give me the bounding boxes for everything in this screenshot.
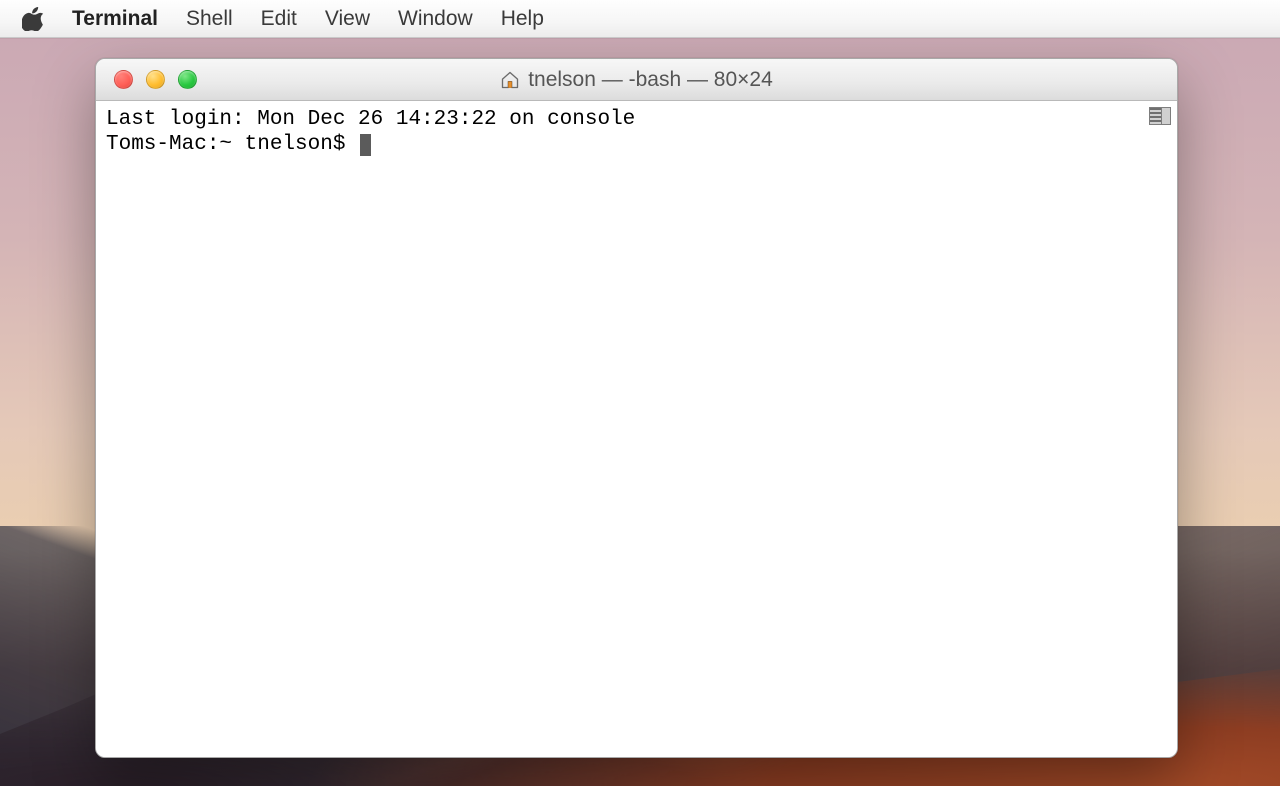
- terminal-prompt-text: Toms-Mac:~ tnelson$: [106, 133, 358, 156]
- window-titlebar[interactable]: tnelson — -bash — 80×24: [96, 59, 1177, 101]
- system-menubar: Terminal Shell Edit View Window Help: [0, 0, 1280, 38]
- terminal-line-prompt: Toms-Mac:~ tnelson$: [106, 132, 1167, 157]
- apple-menu-icon[interactable]: [22, 7, 44, 31]
- window-close-button[interactable]: [114, 70, 133, 89]
- home-folder-icon: [500, 70, 520, 90]
- menubar-item-help[interactable]: Help: [501, 7, 544, 31]
- menubar-item-edit[interactable]: Edit: [261, 7, 297, 31]
- menubar-item-window[interactable]: Window: [398, 7, 473, 31]
- window-title-text: tnelson — -bash — 80×24: [528, 68, 773, 92]
- terminal-cursor: [360, 134, 371, 156]
- terminal-line-last-login: Last login: Mon Dec 26 14:23:22 on conso…: [106, 107, 1167, 132]
- terminal-viewport[interactable]: Last login: Mon Dec 26 14:23:22 on conso…: [96, 101, 1177, 757]
- menubar-item-shell[interactable]: Shell: [186, 7, 233, 31]
- pane-toggle-icon[interactable]: [1149, 107, 1171, 125]
- menubar-item-view[interactable]: View: [325, 7, 370, 31]
- window-title: tnelson — -bash — 80×24: [96, 68, 1177, 92]
- window-traffic-lights: [96, 70, 197, 89]
- terminal-window: tnelson — -bash — 80×24 Last login: Mon …: [95, 58, 1178, 758]
- menubar-app-name[interactable]: Terminal: [72, 7, 158, 31]
- window-minimize-button[interactable]: [146, 70, 165, 89]
- window-zoom-button[interactable]: [178, 70, 197, 89]
